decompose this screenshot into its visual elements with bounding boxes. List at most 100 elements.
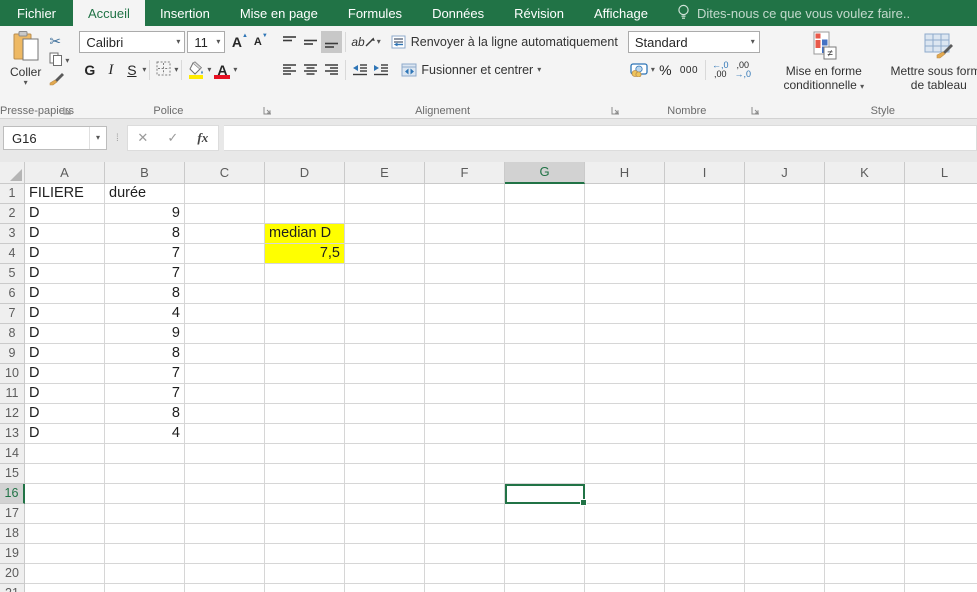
cell-D16[interactable] xyxy=(265,484,345,504)
column-header-K[interactable]: K xyxy=(825,162,905,184)
cell-C12[interactable] xyxy=(185,404,265,424)
cell-E2[interactable] xyxy=(345,204,425,224)
cell-H2[interactable] xyxy=(585,204,665,224)
cell-J12[interactable] xyxy=(745,404,825,424)
cell-G21[interactable] xyxy=(505,584,585,592)
cell-F4[interactable] xyxy=(425,244,505,264)
name-box-dropdown-arrow[interactable]: ▾ xyxy=(88,127,106,149)
cell-I4[interactable] xyxy=(665,244,745,264)
cell-F5[interactable] xyxy=(425,264,505,284)
cell-E9[interactable] xyxy=(345,344,425,364)
enter-check-icon[interactable]: ✓ xyxy=(158,130,188,146)
font-size-select[interactable]: 11 ▾ xyxy=(187,31,226,53)
cell-F17[interactable] xyxy=(425,504,505,524)
row-header-2[interactable]: 2 xyxy=(0,204,25,224)
cell-D6[interactable] xyxy=(265,284,345,304)
row-header-5[interactable]: 5 xyxy=(0,264,25,284)
cell-J6[interactable] xyxy=(745,284,825,304)
cell-B11[interactable]: 7 xyxy=(105,384,185,404)
name-box[interactable]: G16 ▾ xyxy=(3,126,107,150)
cell-C15[interactable] xyxy=(185,464,265,484)
cell-K6[interactable] xyxy=(825,284,905,304)
cell-G10[interactable] xyxy=(505,364,585,384)
clipboard-dialog-launcher[interactable] xyxy=(61,104,73,116)
cell-B9[interactable]: 8 xyxy=(105,344,185,364)
cell-D10[interactable] xyxy=(265,364,345,384)
cell-G3[interactable] xyxy=(505,224,585,244)
cell-F3[interactable] xyxy=(425,224,505,244)
cell-C3[interactable] xyxy=(185,224,265,244)
cell-J20[interactable] xyxy=(745,564,825,584)
cell-K1[interactable] xyxy=(825,184,905,204)
cell-C20[interactable] xyxy=(185,564,265,584)
cell-C11[interactable] xyxy=(185,384,265,404)
cell-F2[interactable] xyxy=(425,204,505,224)
cell-G4[interactable] xyxy=(505,244,585,264)
tab-revision[interactable]: Révision xyxy=(499,0,579,26)
tab-insertion[interactable]: Insertion xyxy=(145,0,225,26)
cell-I19[interactable] xyxy=(665,544,745,564)
cell-G13[interactable] xyxy=(505,424,585,444)
cell-B19[interactable] xyxy=(105,544,185,564)
cell-K17[interactable] xyxy=(825,504,905,524)
decrease-font-size-button[interactable]: A ▼ xyxy=(250,31,271,53)
fill-handle[interactable] xyxy=(580,499,587,506)
cell-I18[interactable] xyxy=(665,524,745,544)
tab-formules[interactable]: Formules xyxy=(333,0,417,26)
cell-L4[interactable] xyxy=(905,244,977,264)
cell-B1[interactable]: durée xyxy=(105,184,185,204)
align-center-button[interactable] xyxy=(300,59,321,81)
cell-E5[interactable] xyxy=(345,264,425,284)
cell-J1[interactable] xyxy=(745,184,825,204)
cell-K13[interactable] xyxy=(825,424,905,444)
cell-A4[interactable]: D xyxy=(25,244,105,264)
number-dialog-launcher[interactable] xyxy=(750,104,762,116)
cell-B17[interactable] xyxy=(105,504,185,524)
align-right-button[interactable] xyxy=(321,59,342,81)
cell-K2[interactable] xyxy=(825,204,905,224)
align-bottom-button[interactable] xyxy=(321,31,343,53)
cell-B2[interactable]: 9 xyxy=(105,204,185,224)
cell-B13[interactable]: 4 xyxy=(105,424,185,444)
paste-button[interactable]: Coller ▾ xyxy=(4,29,47,102)
cell-G9[interactable] xyxy=(505,344,585,364)
cell-F13[interactable] xyxy=(425,424,505,444)
cell-G19[interactable] xyxy=(505,544,585,564)
align-middle-button[interactable] xyxy=(300,31,321,53)
cell-I3[interactable] xyxy=(665,224,745,244)
cell-G12[interactable] xyxy=(505,404,585,424)
cell-A14[interactable] xyxy=(25,444,105,464)
cell-E13[interactable] xyxy=(345,424,425,444)
row-header-6[interactable]: 6 xyxy=(0,284,25,304)
cell-G20[interactable] xyxy=(505,564,585,584)
format-as-table-button[interactable]: Mettre sous forme de tableau xyxy=(880,29,977,102)
cell-J21[interactable] xyxy=(745,584,825,592)
cell-A13[interactable]: D xyxy=(25,424,105,444)
number-format-select[interactable]: Standard ▾ xyxy=(627,31,760,53)
cell-J18[interactable] xyxy=(745,524,825,544)
formula-input[interactable] xyxy=(223,125,977,151)
cell-H17[interactable] xyxy=(585,504,665,524)
cell-E6[interactable] xyxy=(345,284,425,304)
cell-L19[interactable] xyxy=(905,544,977,564)
cell-F6[interactable] xyxy=(425,284,505,304)
format-painter-button[interactable] xyxy=(47,72,71,89)
cell-F7[interactable] xyxy=(425,304,505,324)
cell-E14[interactable] xyxy=(345,444,425,464)
cell-L16[interactable] xyxy=(905,484,977,504)
conditional-formatting-button[interactable]: ≠ Mise en forme conditionnelle ▾ xyxy=(768,29,880,102)
cell-C8[interactable] xyxy=(185,324,265,344)
cell-E18[interactable] xyxy=(345,524,425,544)
cell-G18[interactable] xyxy=(505,524,585,544)
cell-L12[interactable] xyxy=(905,404,977,424)
cell-L6[interactable] xyxy=(905,284,977,304)
cell-F15[interactable] xyxy=(425,464,505,484)
increase-decimal-button[interactable]: ←,0 ,00 xyxy=(709,59,732,81)
increase-font-size-button[interactable]: A ▲ xyxy=(229,31,250,53)
cell-G5[interactable] xyxy=(505,264,585,284)
cell-K19[interactable] xyxy=(825,544,905,564)
cell-C6[interactable] xyxy=(185,284,265,304)
cell-B16[interactable] xyxy=(105,484,185,504)
cell-H18[interactable] xyxy=(585,524,665,544)
row-header-3[interactable]: 3 xyxy=(0,224,25,244)
